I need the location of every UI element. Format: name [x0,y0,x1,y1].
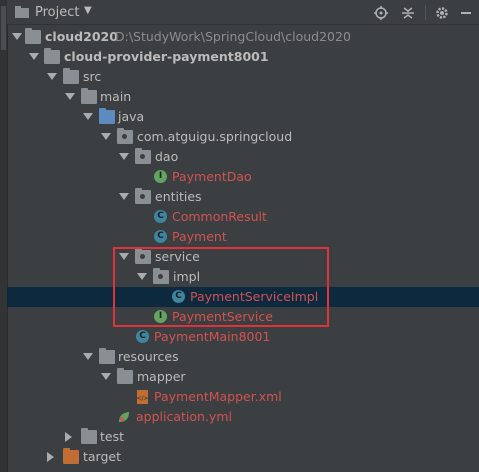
tree-node-payment-service[interactable]: I PaymentService [7,307,479,327]
tree-node-resources[interactable]: resources [7,347,479,367]
class-icon: C [154,210,167,223]
module-folder-icon [44,48,60,64]
chevron-down-icon[interactable]: ▼ [84,5,92,16]
node-label: mapper [137,369,186,384]
collapsed-arrow-icon[interactable] [47,452,54,462]
folder-icon [81,88,97,104]
node-label: PaymentService [172,309,273,324]
expanded-arrow-icon[interactable] [137,273,147,280]
package-icon [153,268,169,284]
source-folder-icon [99,108,115,124]
node-label: entities [155,189,202,204]
tree-node-java[interactable]: java [7,107,479,127]
node-label: com.atguigu.springcloud [137,129,293,144]
tree-node-target[interactable]: target [7,447,479,467]
expanded-arrow-icon[interactable] [101,133,111,140]
node-label: target [83,449,122,464]
tree-node-impl[interactable]: impl [7,267,479,287]
expanded-arrow-icon[interactable] [65,93,75,100]
project-tool-tab[interactable] [1,6,6,50]
yaml-file-icon [119,412,129,422]
xml-file-icon: </> [136,390,149,404]
tree-node-dao[interactable]: dao [7,147,479,167]
project-tree: cloud2020 D:\StudyWork\SpringCloud\cloud… [7,26,479,472]
excluded-folder-icon [63,448,79,464]
node-label: test [100,429,125,444]
package-icon [135,248,151,264]
folder-icon [15,6,29,18]
resources-folder-icon [99,348,115,364]
expanded-arrow-icon[interactable] [119,253,129,260]
tree-node-cloud2020[interactable]: cloud2020 D:\StudyWork\SpringCloud\cloud… [7,27,479,47]
class-icon: C [172,290,185,303]
minimize-icon[interactable] [457,4,474,21]
folder-icon [117,368,133,384]
node-label: resources [118,349,179,364]
expanded-arrow-icon[interactable] [83,113,93,120]
node-label: PaymentDao [172,169,252,184]
tree-node-payment[interactable]: C Payment [7,227,479,247]
tree-node-payment-module[interactable]: cloud-provider-payment8001 [7,47,479,67]
expanded-arrow-icon[interactable] [101,373,111,380]
node-label: java [118,109,145,124]
tree-node-package[interactable]: com.atguigu.springcloud [7,127,479,147]
tree-node-common-result[interactable]: C CommonResult [7,207,479,227]
target-icon[interactable] [372,4,389,21]
collapsed-arrow-icon[interactable] [65,432,72,442]
node-label: main [100,89,132,104]
expanded-arrow-icon[interactable] [119,153,129,160]
class-icon: C [154,230,167,243]
collapse-icon[interactable] [399,4,416,21]
tree-node-src[interactable]: src [7,67,479,87]
tree-node-service[interactable]: service [7,247,479,267]
header-separator [425,5,426,20]
tree-node-application-yml[interactable]: application.yml [7,407,479,427]
node-label: application.yml [136,409,232,424]
node-label: PaymentMain8001 [154,329,271,344]
package-icon [135,188,151,204]
node-label: src [83,69,102,84]
tree-node-mapper[interactable]: mapper [7,367,479,387]
folder-icon [63,68,79,84]
expanded-arrow-icon[interactable] [12,33,22,40]
expanded-arrow-icon[interactable] [119,193,129,200]
node-label: dao [155,149,179,164]
tree-node-payment-mapper-xml[interactable]: </> PaymentMapper.xml [7,387,479,407]
package-icon [117,128,133,144]
interface-icon: I [154,170,167,183]
node-label: PaymentMapper.xml [154,389,282,404]
folder-icon [81,428,97,444]
node-label: PaymentServiceImpl [190,289,319,304]
expanded-arrow-icon[interactable] [83,353,93,360]
svg-text:</>: </> [136,395,148,402]
spring-boot-class-icon: C [136,330,149,343]
tree-node-test[interactable]: test [7,427,479,447]
node-label: Payment [172,229,227,244]
module-folder-icon [25,28,41,44]
tree-node-main[interactable]: main [7,87,479,107]
expanded-arrow-icon[interactable] [47,73,57,80]
expanded-arrow-icon[interactable] [29,53,39,60]
node-label: cloud-provider-payment8001 [64,49,269,64]
node-label: service [155,249,200,264]
tree-node-payment-main[interactable]: C PaymentMain8001 [7,327,479,347]
tree-node-payment-dao[interactable]: I PaymentDao [7,167,479,187]
node-label: cloud2020 [45,29,118,44]
tree-node-payment-service-impl[interactable]: C PaymentServiceImpl [7,287,479,307]
project-view-title[interactable]: Project [35,5,79,20]
tree-node-entities[interactable]: entities [7,187,479,207]
node-label: CommonResult [172,209,267,224]
node-label: impl [173,269,201,284]
node-path: D:\StudyWork\SpringCloud\cloud2020 [115,29,351,44]
gear-icon[interactable] [433,4,450,21]
package-icon [135,148,151,164]
interface-icon: I [154,310,167,323]
project-header: Project ▼ [7,0,479,25]
